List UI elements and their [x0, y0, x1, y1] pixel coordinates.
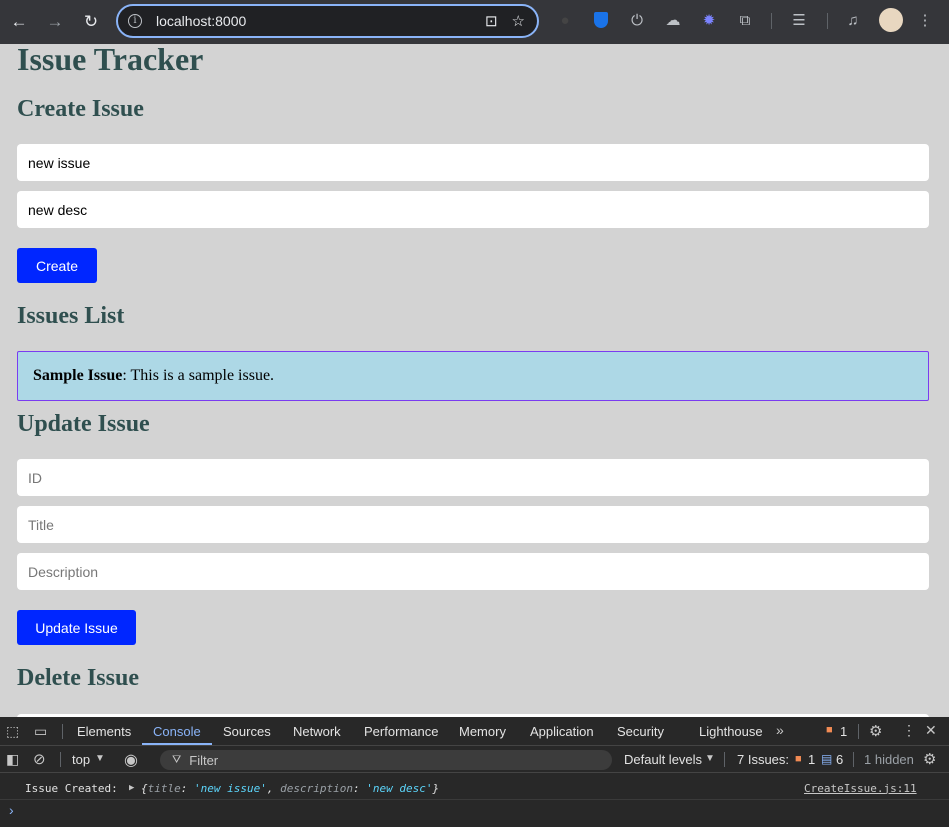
update-issue-heading: Update Issue: [17, 411, 150, 437]
toolbar-divider: [60, 752, 61, 767]
console-toolbar: ◧ ⊘ top ▼ ◉ ⛛ Filter Default levels ▼ 7 …: [0, 747, 949, 773]
issue-description: : This is a sample issue.: [122, 367, 275, 384]
tab-lighthouse[interactable]: Lighthouse: [699, 724, 763, 739]
console-prompt[interactable]: ›: [9, 802, 14, 818]
context-selector[interactable]: top: [72, 752, 90, 767]
object-value-title: 'new issue': [194, 781, 267, 795]
filter-placeholder: Filter: [189, 752, 219, 768]
create-button[interactable]: Create: [17, 248, 97, 283]
log-label: Issue Created:: [25, 781, 118, 795]
create-issue-heading: Create Issue: [17, 96, 144, 122]
chevron-down-icon[interactable]: ▼: [705, 753, 715, 764]
browser-toolbar: ← → ↻ i localhost:8000 ⊡ ☆ ● ⏻ ☁ ✹ ⧉ ☰ ♫…: [0, 0, 949, 44]
tab-sources[interactable]: Sources: [223, 724, 271, 739]
create-description-input[interactable]: new desc: [17, 191, 929, 228]
error-flag-icon: ■: [795, 753, 802, 765]
toolbar-divider: [827, 13, 828, 29]
issues-error-count[interactable]: 1: [808, 752, 815, 767]
devtools-tabbar: ⬚ ▭ Elements Console Sources Network Per…: [0, 717, 949, 746]
tab-network[interactable]: Network: [293, 724, 341, 739]
power-icon[interactable]: ⏻: [626, 9, 648, 31]
issue-card: Sample Issue: This is a sample issue.: [17, 351, 929, 401]
message-icon: ▤: [821, 752, 833, 766]
media-controls-icon[interactable]: ♫: [842, 9, 864, 31]
devtools-panel: ⬚ ▭ Elements Console Sources Network Per…: [0, 717, 949, 827]
create-title-input[interactable]: new issue: [17, 144, 929, 181]
reading-list-icon[interactable]: ☰: [788, 9, 810, 31]
clear-console-icon[interactable]: ⊘: [33, 750, 46, 768]
log-levels-dropdown[interactable]: Default levels: [624, 752, 702, 767]
gear-extension-icon[interactable]: ✹: [698, 9, 720, 31]
hidden-count: 1 hidden: [864, 752, 914, 767]
update-id-input[interactable]: ID: [17, 459, 929, 496]
bookmark-star-icon[interactable]: ☆: [512, 12, 525, 30]
log-object[interactable]: {title: 'new issue', description: 'new d…: [141, 782, 439, 795]
update-description-input[interactable]: Description: [17, 553, 929, 590]
log-source-link[interactable]: CreateIssue.js:11: [804, 782, 917, 795]
toolbar-divider: [853, 752, 854, 767]
issues-info-count[interactable]: 6: [836, 752, 843, 767]
toolbar-divider: [771, 13, 772, 29]
shield-extension-icon[interactable]: [590, 9, 612, 31]
address-bar[interactable]: i localhost:8000 ⊡ ☆: [116, 4, 539, 38]
error-badge-count[interactable]: 1: [840, 724, 847, 739]
device-toolbar-icon[interactable]: ▭: [34, 723, 47, 740]
chevron-down-icon[interactable]: ▼: [95, 753, 105, 764]
tab-divider: [62, 724, 63, 739]
console-divider: [0, 799, 949, 800]
tab-security[interactable]: Security: [617, 724, 664, 739]
active-tab-indicator: [142, 743, 212, 745]
close-devtools-icon[interactable]: ✕: [925, 722, 937, 739]
delete-issue-heading: Delete Issue: [17, 665, 139, 691]
filter-icon: ⛛: [172, 753, 182, 766]
tab-divider: [858, 724, 859, 739]
update-title-input[interactable]: Title: [17, 506, 929, 543]
object-value-description: 'new desc': [366, 781, 433, 795]
console-settings-icon[interactable]: ⚙: [923, 750, 936, 768]
forward-icon[interactable]: →: [37, 4, 73, 40]
tab-application[interactable]: Application: [530, 724, 594, 739]
sidebar-toggle-icon[interactable]: ◧: [6, 751, 19, 768]
url-text: localhost:8000: [156, 13, 247, 29]
object-open-brace: {: [141, 781, 148, 795]
cloud-extension-icon[interactable]: ☁: [662, 9, 684, 31]
page-title: Issue Tracker: [17, 44, 204, 77]
avatar[interactable]: [879, 8, 903, 32]
site-info-icon[interactable]: i: [128, 14, 142, 28]
page-content: Issue Tracker Create Issue new issue new…: [0, 44, 949, 717]
tab-performance[interactable]: Performance: [364, 724, 438, 739]
update-issue-button[interactable]: Update Issue: [17, 610, 136, 645]
console-filter-input[interactable]: ⛛ Filter: [160, 750, 612, 770]
install-app-icon[interactable]: ⊡: [485, 12, 498, 30]
issues-list-heading: Issues List: [17, 303, 125, 329]
object-close-brace: }: [432, 781, 440, 795]
object-key-description: description: [280, 781, 353, 795]
tab-elements[interactable]: Elements: [77, 724, 131, 739]
tab-console[interactable]: Console: [153, 724, 201, 739]
reload-icon[interactable]: ↻: [73, 4, 109, 40]
issue-title: Sample Issue: [33, 367, 123, 384]
expand-arrow-icon[interactable]: ▶: [129, 783, 134, 793]
extension-dark-icon[interactable]: ●: [554, 9, 576, 31]
settings-gear-icon[interactable]: ⚙: [869, 722, 882, 740]
puzzle-icon[interactable]: ⧉: [734, 9, 756, 31]
tab-memory[interactable]: Memory: [459, 724, 506, 739]
inspect-element-icon[interactable]: ⬚: [6, 723, 19, 740]
more-menu-icon[interactable]: ⋮: [914, 9, 936, 31]
error-flag-icon[interactable]: ■: [826, 724, 833, 736]
toolbar-divider: [724, 752, 725, 767]
eye-icon[interactable]: ◉: [124, 750, 138, 770]
issues-label[interactable]: 7 Issues:: [737, 752, 789, 767]
object-key-title: title: [147, 781, 181, 795]
console-log-line: Issue Created: ▶ {title: 'new issue', de…: [0, 777, 949, 799]
devtools-more-icon[interactable]: ⋮: [902, 722, 916, 739]
more-tabs-icon[interactable]: »: [776, 722, 784, 738]
back-icon[interactable]: ←: [1, 4, 37, 40]
